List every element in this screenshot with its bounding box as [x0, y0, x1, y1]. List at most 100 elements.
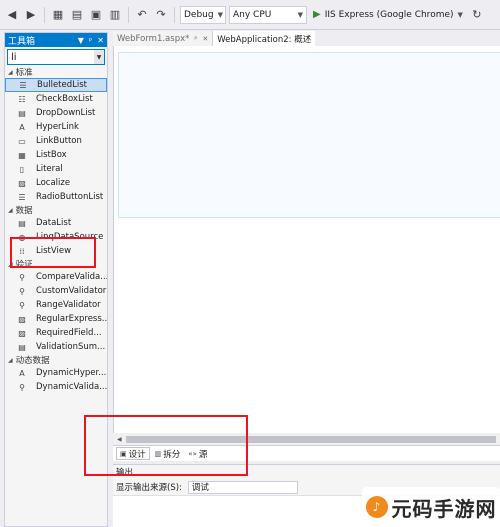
view-mode-bar: ▣ 设计 ▥ 拆分 «» 源 [113, 445, 500, 461]
config-select[interactable]: Debug ▼ [180, 5, 226, 24]
output-source-label: 显示输出来源(S): [116, 483, 182, 493]
collapse-icon: ◢ [8, 68, 13, 76]
item-label: DynamicHyper... [36, 368, 107, 378]
chevron-down-icon: ▼ [297, 10, 303, 19]
horizontal-scrollbar[interactable]: ◀ [113, 433, 500, 445]
split-icon: ▥ [154, 449, 162, 458]
close-icon[interactable]: ✕ [97, 36, 104, 45]
toolbox-header: 工具箱 ▼ ᵖ ✕ [5, 33, 107, 47]
toolbox-item-hyperlink[interactable]: A HyperLink [5, 120, 107, 134]
config-value: Debug [184, 9, 214, 20]
document-tabs: WebForm1.aspx* ᵖ ✕ WebApplication2: 概述 [113, 31, 500, 46]
collapse-icon: ◢ [8, 206, 13, 214]
toolbox-item-linqdatasource[interactable]: ◍ LinqDataSource [5, 230, 107, 244]
search-input[interactable]: li [11, 52, 17, 63]
toolbox-item-checkboxlist[interactable]: ☷ CheckBoxList [5, 92, 107, 106]
close-icon[interactable]: ✕ [202, 35, 208, 43]
toolbox-item-validationsummary[interactable]: ▤ ValidationSum... [5, 340, 107, 354]
category-standard[interactable]: ◢ 标准 [5, 66, 107, 78]
redo-icon[interactable]: ↷ [153, 7, 169, 23]
watermark-logo-icon: ♪ [365, 496, 388, 518]
output-source-select[interactable]: 调试 [187, 480, 298, 494]
toolbox-item-literal[interactable]: ▯ Literal [5, 162, 107, 176]
pin-icon[interactable]: ᵖ [194, 35, 197, 43]
undo-icon[interactable]: ↶ [134, 7, 150, 23]
design-surface[interactable] [113, 46, 500, 433]
design-label: 设计 [128, 449, 146, 460]
collapse-icon: ◢ [8, 356, 13, 364]
listbox-icon: ▦ [18, 150, 26, 160]
category-label: 验证 [15, 260, 33, 270]
validator-icon: ⚲ [19, 382, 25, 392]
toolbar-separator [174, 6, 175, 23]
split-view-button[interactable]: ▥ 拆分 [152, 447, 184, 460]
scrollbar-thumb[interactable] [125, 435, 496, 443]
scroll-left-icon[interactable]: ◀ [117, 436, 122, 443]
back-icon[interactable]: ◀ [4, 7, 20, 23]
chevron-down-icon[interactable]: ▼ [458, 11, 463, 19]
validator-icon: ▨ [18, 314, 26, 324]
platform-select[interactable]: Any CPU ▼ [229, 5, 307, 24]
source-view-button[interactable]: «» 源 [185, 447, 210, 460]
item-label: ListBox [36, 150, 67, 160]
chevron-down-icon[interactable]: ▼ [94, 50, 104, 64]
toolbox-item-listview[interactable]: ⁞⁞ ListView [5, 244, 107, 258]
toolbox-item-regularexpression[interactable]: ▨ RegularExpress... [5, 312, 107, 326]
category-validation[interactable]: ◢ 验证 [5, 258, 107, 270]
output-title: 输出 [116, 468, 134, 478]
toolbox-item-dynamichyperlink[interactable]: A DynamicHyper... [5, 366, 107, 380]
item-label: ListView [36, 246, 72, 256]
datalist-icon: ▤ [18, 218, 26, 228]
toolbox-item-customvalidator[interactable]: ⚲ CustomValidator [5, 284, 107, 298]
main-toolbar: ◀ ▶ ▦ ▤ ▣ ▥ ↶ ↷ Debug ▼ Any CPU ▼ ▶ IIS … [0, 0, 500, 30]
output-source-value: 调试 [191, 483, 209, 493]
toolbox-item-requiredfield[interactable]: ▨ RequiredField... [5, 326, 107, 340]
item-label: DynamicValida... [36, 382, 107, 392]
run-button[interactable]: ▶ IIS Express (Google Chrome) ▼ [310, 6, 466, 24]
validator-icon: ⚲ [19, 286, 25, 296]
item-label: CheckBoxList [36, 94, 93, 104]
toolbox-item-linkbutton[interactable]: ▭ LinkButton [5, 134, 107, 148]
new-project-icon[interactable]: ▦ [50, 7, 66, 23]
open-folder-icon[interactable]: ▤ [69, 7, 85, 23]
category-label: 动态数据 [15, 356, 50, 366]
toolbox-item-dropdownlist[interactable]: ▤ DropDownList [5, 106, 107, 120]
item-label: Localize [36, 178, 71, 188]
toolbox-item-comparevalidator[interactable]: ⚲ CompareValida... [5, 270, 107, 284]
toolbox-search[interactable]: li ▼ [7, 49, 105, 65]
hyperlink-icon: A [19, 368, 25, 378]
toolbox-item-radiobuttonlist[interactable]: ☰ RadioButtonList [5, 190, 107, 204]
toolbox-panel: 工具箱 ▼ ᵖ ✕ li ▼ ◢ 标准 ☰ BulletedList ☷ CheckB… [4, 32, 108, 527]
toolbox-item-localize[interactable]: ▨ Localize [5, 176, 107, 190]
design-view-button[interactable]: ▣ 设计 [116, 447, 150, 460]
save-all-icon[interactable]: ▥ [107, 7, 123, 23]
category-data[interactable]: ◢ 数据 [5, 204, 107, 216]
pin-icon[interactable]: ᵖ [89, 36, 92, 45]
refresh-icon[interactable]: ↻ [469, 7, 485, 23]
toolbox-item-bulletedlist[interactable]: ☰ BulletedList [5, 78, 107, 92]
bulleted-list-icon: ☰ [19, 80, 27, 90]
design-icon: ▣ [120, 449, 127, 458]
toolbox-item-rangevalidator[interactable]: ⚲ RangeValidator [5, 298, 107, 312]
tab-overview[interactable]: WebApplication2: 概述 [213, 31, 316, 46]
toolbox-item-datalist[interactable]: ▤ DataList [5, 216, 107, 230]
page-design-area[interactable] [118, 52, 500, 218]
dropdown-list-icon: ▤ [18, 108, 26, 118]
checkbox-list-icon: ☷ [18, 94, 26, 104]
save-icon[interactable]: ▣ [88, 7, 104, 23]
toolbox-item-dynamicvalidator[interactable]: ⚲ DynamicValida... [5, 380, 107, 394]
item-label: BulletedList [37, 80, 87, 90]
item-label: CustomValidator [36, 286, 107, 296]
dropdown-icon[interactable]: ▼ [78, 36, 84, 45]
item-label: HyperLink [36, 122, 79, 132]
run-label: IIS Express (Google Chrome) [324, 9, 454, 20]
toolbox-item-listbox[interactable]: ▦ ListBox [5, 148, 107, 162]
category-dynamic-data[interactable]: ◢ 动态数据 [5, 354, 107, 366]
forward-icon[interactable]: ▶ [23, 7, 39, 23]
tab-webform1[interactable]: WebForm1.aspx* ᵖ ✕ [113, 31, 214, 46]
item-label: RequiredField... [36, 328, 102, 338]
split-label: 拆分 [163, 449, 181, 460]
radio-list-icon: ☰ [18, 192, 26, 202]
validator-icon: ⚲ [19, 300, 25, 310]
validator-icon: ⚲ [19, 272, 25, 282]
